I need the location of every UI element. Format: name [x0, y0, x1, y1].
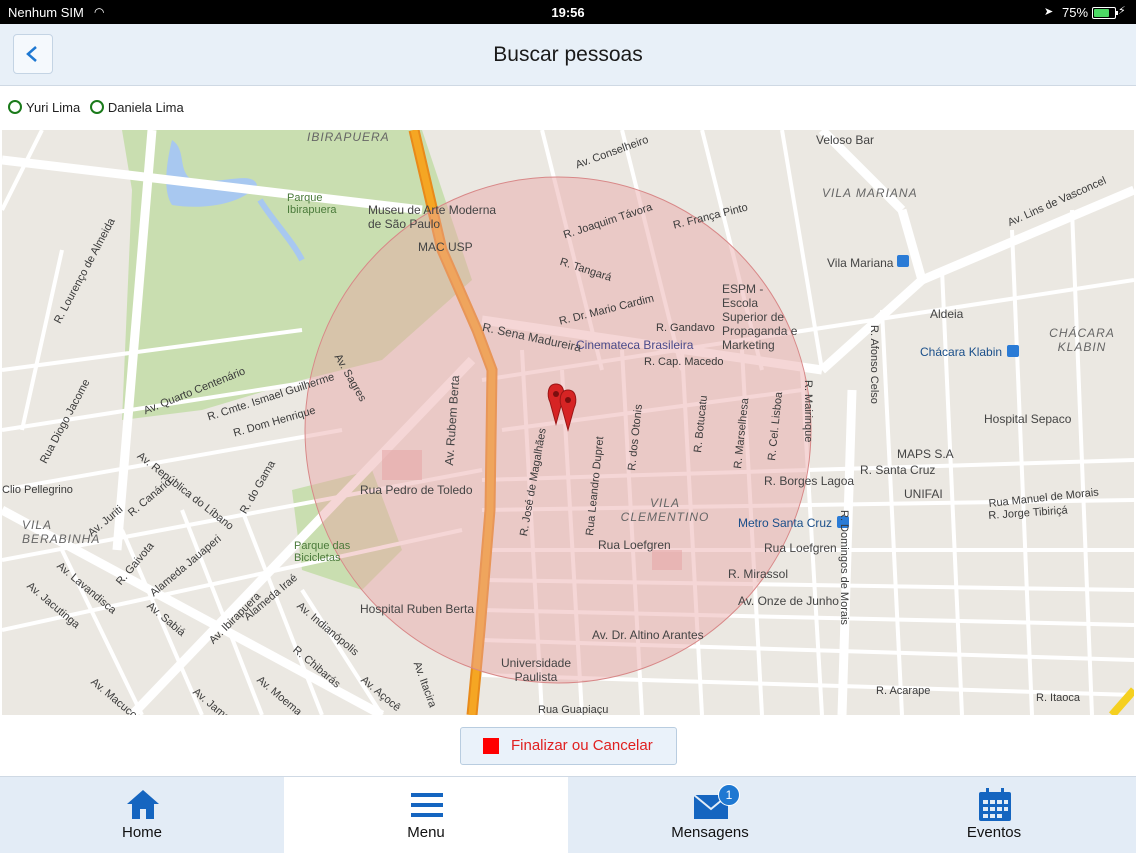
map-view[interactable]: IBIRAPUERA Parque Ibirapuera Museu de Ar…	[2, 130, 1134, 715]
tab-home[interactable]: Home	[0, 777, 284, 853]
tab-label: Mensagens	[671, 824, 749, 841]
map-label: Aldeia	[930, 307, 964, 321]
map-label: Cinemateca Brasileira	[576, 338, 694, 352]
map-label: R. Mirassol	[728, 567, 789, 581]
map-label: VILA CLEMENTINO	[620, 496, 710, 524]
tab-label: Menu	[407, 824, 445, 841]
tab-label: Eventos	[966, 824, 1022, 841]
status-bar: Nenhum SIM ◠ 19:56 ➤ 75% ⚡	[0, 0, 1136, 24]
clock: 19:56	[551, 5, 585, 20]
map-label: R. Santa Cruz	[860, 463, 936, 477]
map-label: Chácara Klabin	[920, 345, 1003, 359]
map-label: VILA BERABINHA	[22, 518, 101, 546]
stop-icon	[483, 738, 499, 754]
unread-badge: 1	[718, 784, 740, 806]
map-label: Rua Loefgren	[598, 538, 671, 552]
map-label: Vila Mariana	[827, 256, 894, 270]
map-label: Parque das Bicicletas	[294, 540, 351, 564]
calendar-icon	[979, 788, 1011, 821]
map-label: Hospital Sepaco	[984, 412, 1072, 426]
charging-icon: ⚡	[1118, 5, 1126, 17]
map-label: Rua Guapiaçu	[538, 704, 609, 715]
map-label: R. Borges Lagoa	[764, 474, 855, 488]
menu-icon	[411, 793, 443, 817]
map-label: CHÁCARA KLABIN	[1049, 326, 1115, 354]
map-label: IBIRAPUERA	[307, 130, 390, 144]
home-icon	[127, 790, 159, 819]
finish-button[interactable]: Finalizar ou Cancelar	[460, 727, 677, 765]
map-label: VILA MARIANA	[822, 186, 918, 200]
map-label: R. Gandavo	[656, 322, 715, 334]
finish-button-label: Finalizar ou Cancelar	[511, 737, 653, 754]
participants-list: Yuri Lima Daniela Lima	[8, 99, 190, 119]
map-label: Av. Dr. Altino Arantes	[592, 628, 704, 642]
location-icon: ➤	[1044, 6, 1054, 18]
map-label: Rua Pedro de Toledo	[360, 483, 473, 497]
map-label: Metro Santa Cruz	[738, 516, 833, 530]
battery-icon	[1092, 7, 1118, 19]
map-label: UNIFAI	[904, 487, 943, 501]
map-label: MAPS S.A	[897, 447, 954, 461]
tab-bar: Home Menu Mensagens Eventos	[0, 776, 1136, 853]
participant-item[interactable]: Yuri Lima	[8, 100, 80, 115]
map-label: Av. Onze de Junho	[738, 594, 839, 608]
status-ring-icon	[8, 100, 22, 115]
participant-name: Yuri Lima	[26, 100, 81, 116]
participant-name: Daniela Lima	[107, 100, 184, 116]
battery-percent: 75%	[1062, 5, 1089, 20]
page-title: Buscar pessoas	[493, 43, 643, 66]
tab-menu[interactable]: Menu	[284, 777, 568, 853]
status-ring-icon	[89, 100, 104, 115]
map-label: Rua Loefgren	[764, 541, 837, 555]
map-label: Museu de Arte Moderna de São Paulo	[368, 203, 497, 231]
map-label: R. Cap. Macedo	[644, 356, 724, 368]
tab-label: Home	[121, 824, 162, 841]
map-label: R. Domingos de Morais	[838, 510, 850, 625]
map-label: Veloso Bar	[816, 133, 875, 147]
participant-item[interactable]: Daniela Lima	[89, 100, 184, 116]
map-label: Clio Pellegrino	[2, 484, 73, 496]
map-label: ESPM - Escola Superior de Propaganda e M…	[722, 282, 798, 352]
map-label: R. Mairinque	[802, 380, 814, 443]
map-label: Hospital Ruben Berta	[360, 602, 475, 616]
map-label: R. Itaoca	[1036, 692, 1081, 704]
tab-eventos[interactable]: Eventos	[852, 777, 1136, 853]
header: Buscar pessoas	[0, 24, 1136, 86]
map-label: Parque Ibirapuera	[287, 192, 337, 216]
map-label: R. Acarape	[876, 685, 931, 697]
map-label: R. Afonso Celso	[868, 325, 880, 404]
map-label: MAC USP	[418, 240, 473, 254]
map-label: Universidade Paulista	[500, 656, 572, 684]
tab-mensagens[interactable]: Mensagens	[568, 777, 852, 853]
